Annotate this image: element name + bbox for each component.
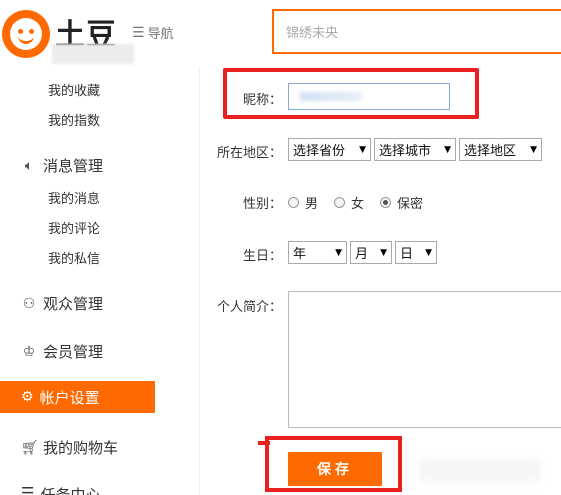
province-select[interactable]: 选择省份 ▼ [288,138,371,161]
sidebar-item-cart[interactable]: 🛒︎ 我的购物车 [21,437,118,458]
annotation-box-save [265,436,402,492]
day-select[interactable]: 日 ▼ [395,241,437,264]
content-divider [199,68,200,495]
sidebar-item-message-mgmt[interactable]: 🔈︎ 消息管理 [21,155,103,176]
gender-option-secret[interactable]: 保密 [380,193,423,212]
city-select-value: 选择城市 [379,144,432,159]
username-blurred [52,44,134,64]
sidebar-label: 消息管理 [43,157,104,175]
year-select[interactable]: 年 ▼ [288,241,347,264]
cart-icon: 🛒︎ [21,439,39,456]
annotation-box-nickname [223,68,479,119]
bio-label: 个人简介： [216,300,282,315]
tudou-logo[interactable] [2,10,50,58]
search-placeholder: 锦绣未央 [286,26,339,41]
sidebar-item-audience-mgmt[interactable]: ⚇ 观众管理 [21,293,103,314]
sidebar-item-member-mgmt[interactable]: ♔ 会员管理 [21,341,103,362]
city-select[interactable]: 选择城市 ▼ [374,138,456,161]
blurred-region [420,460,540,482]
task-icon: ☰ [21,484,35,495]
gender-option-male[interactable]: 男 [288,193,318,212]
menu-icon: ☰ [132,24,145,41]
logo-face-icon [10,18,42,50]
sidebar-item-favorites[interactable]: 我的收藏 [48,80,100,99]
sidebar-item-task-center[interactable]: ☰ 任务中心 [21,484,100,495]
dropdown-arrow-icon: ▼ [335,247,342,258]
sidebar-item-index[interactable]: 我的指数 [48,110,100,129]
gender-label: 性别： [242,197,282,212]
province-select-value: 选择省份 [293,144,346,159]
nav-button[interactable]: ☰ 导航 [132,23,174,43]
sidebar-label: 我的购物车 [43,439,119,457]
crown-icon: ♔ [22,343,36,360]
gender-option-label: 女 [351,197,365,212]
district-select[interactable]: 选择地区 ▼ [459,138,542,161]
gender-option-label: 男 [305,197,319,212]
gender-radio-group: 男 女 保密 [288,193,439,212]
sidebar-item-my-comments[interactable]: 我的评论 [48,218,100,237]
sidebar-label: 帐户设置 [39,388,100,407]
search-input[interactable]: 锦绣未央 [272,9,561,54]
radio-button-checked[interactable] [380,197,392,208]
birthday-label: 生日： [242,249,282,264]
nav-label: 导航 [147,27,174,42]
district-select-value: 选择地区 [464,144,517,159]
sidebar-item-my-messages[interactable]: 我的消息 [48,188,100,207]
dropdown-arrow-icon: ▼ [530,144,537,155]
speaker-icon: 🔈︎ [24,157,34,174]
gender-option-label: 保密 [397,197,424,212]
region-label: 所在地区： [216,146,282,161]
month-select-value: 月 [355,247,369,262]
radio-button[interactable] [288,197,299,208]
gender-option-female[interactable]: 女 [334,193,364,212]
logo-mouth [18,36,34,44]
logo-eye-left [18,29,23,34]
sidebar-item-account-settings[interactable]: ⚙ 帐户设置 [0,381,155,413]
day-select-value: 日 [400,247,414,262]
sidebar-label: 会员管理 [43,343,104,361]
radio-button[interactable] [334,197,346,208]
logo-eye-right [29,29,34,34]
dropdown-arrow-icon: ▼ [359,144,366,155]
sidebar-label: 观众管理 [43,295,104,313]
month-select[interactable]: 月 ▼ [350,241,392,264]
dropdown-arrow-icon: ▼ [444,144,451,155]
sidebar-label: 任务中心 [40,486,101,495]
dropdown-arrow-icon: ▼ [425,247,432,258]
dropdown-arrow-icon: ▼ [380,247,387,258]
users-icon: ⚇ [22,295,36,312]
bio-textarea[interactable] [288,291,561,428]
sidebar-item-my-private-messages[interactable]: 我的私信 [48,248,100,267]
year-select-value: 年 [293,247,307,262]
annotation-mark [258,441,270,445]
gear-icon: ⚙ [21,389,34,405]
